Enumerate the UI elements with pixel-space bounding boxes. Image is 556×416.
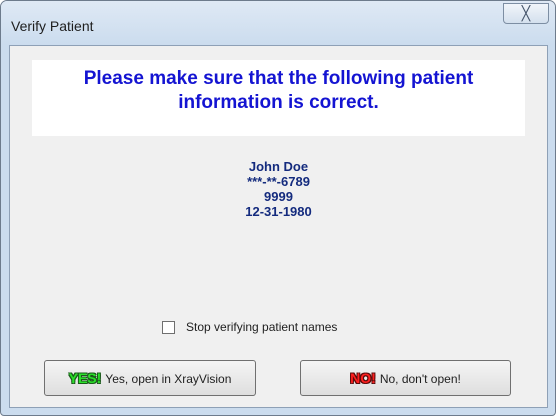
patient-dob: 12-31-1980 — [245, 204, 312, 219]
verify-patient-dialog: Verify Patient ╳ Please make sure that t… — [0, 0, 556, 416]
instruction-text: Please make sure that the following pati… — [83, 68, 474, 113]
patient-name: John Doe — [248, 159, 309, 174]
yes-open-button[interactable]: YES! Yes, open in XrayVision — [44, 360, 256, 396]
yes-word-graphic: YES! — [68, 370, 102, 386]
yes-open-label: Yes, open in XrayVision — [105, 372, 232, 386]
stop-verifying-label[interactable]: Stop verifying patient names — [186, 320, 337, 334]
no-dont-open-label: No, don't open! — [379, 372, 461, 386]
window-title: Verify Patient — [11, 18, 94, 34]
no-dont-open-button[interactable]: NO! No, don't open! — [300, 360, 511, 396]
close-icon: ╳ — [521, 5, 531, 21]
title-bar[interactable]: Verify Patient ╳ — [1, 1, 555, 45]
stop-verifying-checkbox[interactable] — [162, 321, 175, 334]
patient-ssn: ***-**-6789 — [247, 174, 310, 189]
patient-info: John Doe ***-**-6789 9999 12-31-1980 — [10, 159, 547, 219]
patient-id: 9999 — [264, 189, 293, 204]
instruction-banner: Please make sure that the following pati… — [32, 60, 525, 136]
no-word-graphic: NO! — [350, 370, 376, 386]
dialog-body: Please make sure that the following pati… — [9, 45, 548, 408]
close-button[interactable]: ╳ — [503, 3, 549, 24]
